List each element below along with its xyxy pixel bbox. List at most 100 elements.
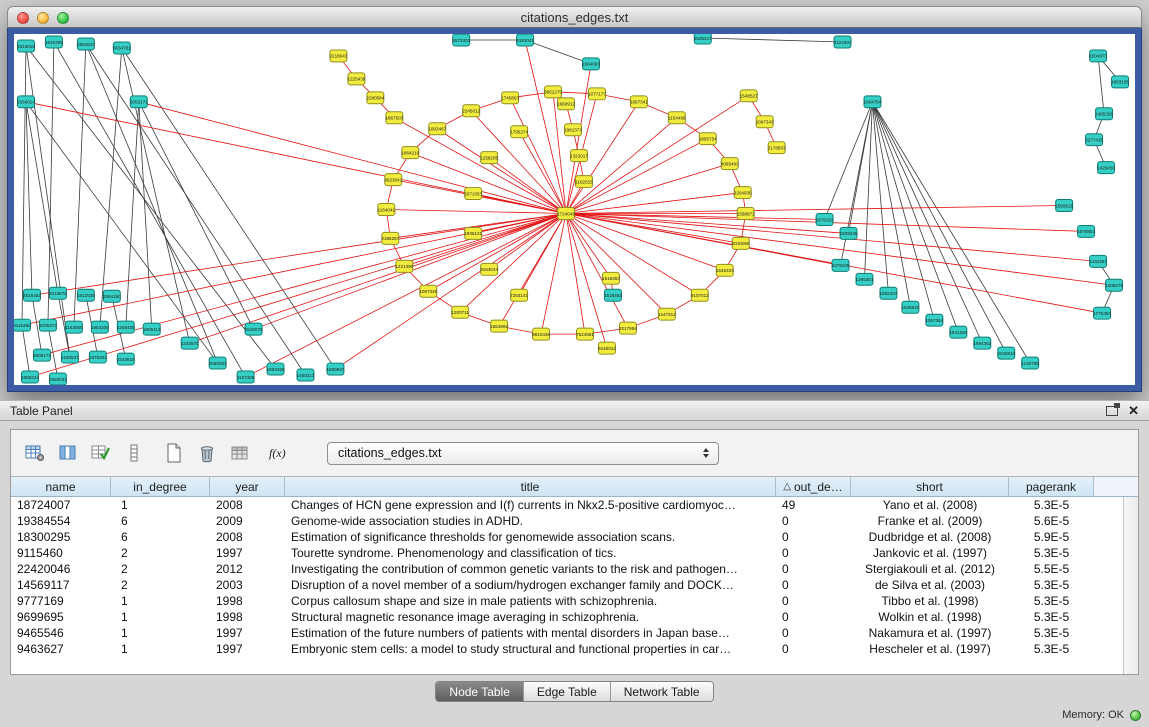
graph-node[interactable]: 1812539 [77,289,95,301]
graph-node[interactable]: 1243570 [181,337,199,349]
column-header-pagerank[interactable]: pagerank [1009,477,1094,497]
graph-node[interactable]: 9245012 [598,342,616,354]
table-settings-icon[interactable] [21,440,49,466]
close-panel-icon[interactable]: ✕ [1128,405,1139,417]
graph-node[interactable]: 1895754 [699,133,717,145]
graph-node[interactable]: 1694352 [973,337,991,349]
graph-node[interactable]: 1247512 [658,308,676,320]
minimize-window-button[interactable] [37,12,49,24]
graph-node[interactable]: 1650947 [327,363,345,375]
graph-node[interactable]: 2186257 [381,232,399,244]
network-canvas[interactable]: 1724049155887120100561546333910701212475… [14,34,1135,385]
graph-node[interactable]: 1952843 [77,38,95,50]
graph-node[interactable]: 2218043 [330,50,348,62]
graph-node[interactable]: 9277415 [1085,134,1103,146]
graph-node[interactable]: 1546333 [716,264,734,276]
graph-node[interactable]: 1480213 [297,369,315,381]
graph-node[interactable]: 1221390 [395,260,413,272]
graph-node[interactable]: 2124307 [834,36,852,48]
graph-node[interactable]: 1200711 [451,306,469,318]
graph-node[interactable]: 1863105 [1111,76,1129,88]
table-row[interactable]: 1938455462009Genome-wide association stu… [11,513,1123,529]
graph-node[interactable]: 1035274 [39,319,57,331]
graph-node[interactable]: 1841260 [949,326,967,338]
graph-node[interactable]: 1154499 [668,112,686,124]
column-header-year[interactable]: year [210,477,285,497]
graph-node[interactable]: 9107012 [691,289,709,301]
graph-node[interactable]: 2204930 [734,187,752,199]
graph-node[interactable]: 2516075 [245,323,263,335]
graph-node[interactable]: 1258205 [480,152,498,164]
graph-node[interactable]: 1093467 [428,123,446,135]
function-builder-icon[interactable]: f(x) [266,440,294,466]
graph-node[interactable]: 9951275 [544,86,562,98]
column-header-in-degree[interactable]: in_degree [111,477,210,497]
graph-node[interactable]: 1558871 [737,208,755,220]
graph-node[interactable]: 9115460 [14,319,31,331]
graph-node[interactable]: 2071053 [464,188,482,200]
graph-node[interactable]: 1130785 [1021,357,1039,369]
graph-node[interactable]: 1190537 [61,351,79,363]
graph-node[interactable]: 5572301 [452,34,470,46]
table-row[interactable]: 1830029562008Estimation of significance … [11,529,1123,545]
graph-node[interactable]: 1504873 [1089,50,1107,62]
graph-node[interactable]: 1434267 [1089,255,1107,267]
close-window-button[interactable] [17,12,29,24]
tab-network-table[interactable]: Network Table [611,682,713,701]
graph-node[interactable]: 1660912 [557,98,575,110]
float-panel-icon[interactable] [1106,406,1118,416]
graph-node[interactable]: 2245012 [462,105,480,117]
graph-node[interactable]: 2245610 [997,347,1015,359]
graph-node[interactable]: 2516452 [23,289,41,301]
graph-node[interactable]: 1595815 [1055,200,1073,212]
graph-node[interactable]: 1679193 [816,213,834,225]
graph-node[interactable]: 7524561 [576,328,594,340]
graph-node[interactable]: 1795274 [510,126,528,138]
graph-node[interactable]: 1509345 [840,227,858,239]
column-header-title[interactable]: title [285,477,776,497]
graph-node[interactable]: 2010056 [732,237,750,249]
graph-node[interactable]: 2516018 [17,40,35,52]
tab-edge-table[interactable]: Edge Table [524,682,611,701]
graph-node[interactable]: 9505174 [33,349,51,361]
graph-node[interactable]: 1946520 [901,301,919,313]
table-row[interactable]: 969969511998Structural magnetic resonanc… [11,609,1123,625]
table-scrollbar[interactable] [1123,497,1138,674]
graph-node[interactable]: 1518453 [602,272,620,284]
graph-node[interactable]: 9163044 [480,263,498,275]
graph-node[interactable]: 8095493 [721,158,739,170]
graph-node[interactable]: 1981373 [564,124,582,136]
graph-node[interactable]: 2056014 [17,96,35,108]
graph-node[interactable]: 1664093 [582,58,600,70]
graph-node[interactable]: 2280584 [366,92,384,104]
graph-node[interactable]: 1653992 [490,320,508,332]
graph-node[interactable]: 2625417 [694,34,712,44]
graph-node[interactable]: 1805113 [143,323,161,335]
table-row[interactable]: 1456911722003Disruption of a novel membe… [11,577,1123,593]
column-header-name[interactable]: name [11,477,111,497]
graph-node[interactable]: 1097349 [419,285,437,297]
graph-node[interactable]: 1770453 [1093,307,1111,319]
graph-node[interactable]: 9634781 [113,42,131,54]
graph-node[interactable]: 1057364 [925,314,943,326]
graph-node[interactable]: 1810305 [45,36,63,48]
graph-node[interactable]: 2064150 [103,290,121,302]
graph-node[interactable]: 8183041 [516,34,534,46]
graph-node[interactable]: 1954208 [91,321,109,333]
graph-node[interactable]: 1068224 [21,371,39,383]
graph-node[interactable]: 2217954 [619,322,637,334]
graph-node[interactable]: 1548527 [740,90,758,102]
graph-node[interactable]: 6379105 [832,259,850,271]
graph-node[interactable]: 1867503 [385,112,403,124]
table-row[interactable]: 1872400712008Changes of HCN gene express… [11,497,1123,513]
graph-node[interactable]: 1208475 [1105,279,1123,291]
graph-node[interactable]: 1077177 [588,88,606,100]
graph-node[interactable]: 1127465 [237,371,255,383]
row-height-icon[interactable] [120,440,148,466]
table-row[interactable]: 977716911998Corpus callosum shape and si… [11,593,1123,609]
graph-node[interactable]: 1078853 [1077,225,1095,237]
column-header-short[interactable]: short [851,477,1009,497]
tab-node-table[interactable]: Node Table [436,682,524,701]
zoom-window-button[interactable] [57,12,69,24]
graph-node[interactable]: 2016678 [49,287,67,299]
